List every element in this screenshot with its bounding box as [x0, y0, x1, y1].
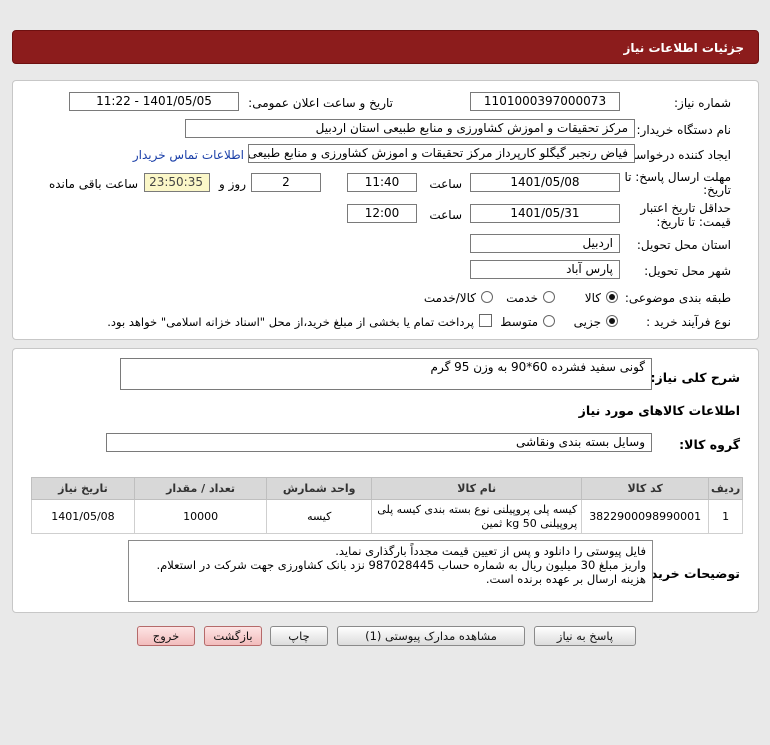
buyer-notes-section: توضیحات خریدار: فایل پیوستی را دانلود و … [13, 540, 758, 602]
deadline-label-2: تاریخ: [703, 183, 731, 197]
validity-time-field: 12:00 [347, 204, 417, 223]
city-field: پارس آباد [470, 260, 620, 279]
table-header-row: ردیف کد کالا نام کالا واحد شمارش تعداد /… [31, 477, 743, 500]
reply-button[interactable]: پاسخ به نیاز [534, 626, 636, 646]
category-radio-service[interactable] [543, 291, 555, 303]
page-title: جزئیات اطلاعات نیاز [623, 41, 744, 55]
deadline-time-label: ساعت [429, 177, 462, 191]
col-header-date: تاریخ نیاز [31, 477, 135, 500]
purchase-radio-medium[interactable] [543, 315, 555, 327]
announce-label: تاریخ و ساعت اعلان عمومی: [248, 96, 393, 110]
print-button[interactable]: چاپ [270, 626, 328, 646]
cell-unit: کیسه [266, 499, 373, 534]
category-option-goods-service: کالا/خدمت [423, 291, 476, 305]
back-button[interactable]: بازگشت [204, 626, 262, 646]
province-label: استان محل تحویل: [636, 238, 731, 252]
table-row: 1 3822900098990001 کیسه پلی پروپیلنی نوع… [31, 499, 743, 534]
goods-info-title: اطلاعات کالاهای مورد نیاز [578, 403, 740, 418]
need-number-field: 1101000397000073 [470, 92, 620, 111]
notes-box: فایل پیوستی را دانلود و پس از تعیین قیمت… [128, 540, 653, 602]
exit-button[interactable]: خروج [137, 626, 195, 646]
purchase-type-label: نوع فرآیند خرید : [646, 315, 731, 329]
notes-line: هزینه ارسال بر عهده برنده است. [485, 572, 646, 586]
buyer-field: مرکز تحقیقات و اموزش کشاورزی و منابع طبی… [185, 119, 635, 138]
category-option-goods: کالا [584, 291, 601, 305]
validity-date-field: 1401/05/31 [470, 204, 620, 223]
need-number-label: شماره نیاز: [674, 96, 731, 110]
validity-label: حداقل تاریخ اعتبار [640, 201, 731, 215]
deadline-date-field: 1401/05/08 [470, 173, 620, 192]
province-field: اردبیل [470, 234, 620, 253]
announce-field: 1401/05/05 - 11:22 [69, 92, 239, 111]
notes-line: فایل پیوستی را دانلود و پس از تعیین قیمت… [335, 544, 646, 558]
cell-code: 3822900098990001 [581, 499, 710, 534]
purchase-option-minor: جزیی [573, 315, 601, 329]
deadline-time-field: 11:40 [347, 173, 417, 192]
category-radio-goods-service[interactable] [481, 291, 493, 303]
goods-table: ردیف کد کالا نام کالا واحد شمارش تعداد /… [31, 477, 743, 534]
deadline-label: مهلت ارسال پاسخ: تا [624, 170, 731, 184]
cell-name: کیسه پلی پروپیلنی نوع بسته بندی کیسه پلی… [371, 499, 583, 534]
creator-field: فیاض رنجبر گیگلو کارپرداز مرکز تحقیقات و… [248, 144, 635, 163]
cell-date: 1401/05/08 [31, 499, 135, 534]
need-info-panel: شماره نیاز: 1101000397000073 تاریخ و ساع… [12, 80, 759, 340]
category-radio-goods[interactable] [606, 291, 618, 303]
buyer-contact-link[interactable]: اطلاعات تماس خریدار [133, 148, 244, 162]
buyer-label: نام دستگاه خریدار: [636, 123, 732, 137]
remaining-label: ساعت باقی مانده [48, 177, 138, 191]
city-label: شهر محل تحویل: [644, 264, 731, 278]
purchase-radio-minor[interactable] [606, 315, 618, 327]
validity-label-2: قیمت: تا تاریخ: [656, 215, 731, 229]
days-label: روز و [219, 177, 246, 191]
summary-label: شرح کلی نیاز: [650, 370, 740, 385]
group-label: گروه کالا: [679, 437, 740, 452]
col-header-name: نام کالا [371, 477, 583, 500]
category-label: طبقه بندی موضوعی: [624, 291, 731, 305]
treasury-payment-checkbox[interactable] [479, 314, 492, 327]
validity-time-label: ساعت [429, 208, 462, 222]
cell-qty: 10000 [133, 499, 268, 534]
col-header-qty: تعداد / مقدار [133, 477, 268, 500]
summary-field: گونی سفید فشرده 60*90 به وزن 95 گرم [120, 358, 652, 390]
view-attachments-button[interactable]: مشاهده مدارک پیوستی (1) [337, 626, 525, 646]
treasury-payment-note: پرداخت تمام یا بخشی از مبلغ خرید،از محل … [107, 315, 474, 329]
remaining-time-field: 23:50:35 [144, 173, 210, 192]
category-option-service: خدمت [506, 291, 538, 305]
col-header-code: کد کالا [581, 477, 710, 500]
page-title-bar: جزئیات اطلاعات نیاز [12, 30, 759, 64]
group-field: وسایل بسته بندی ونقاشی [106, 433, 652, 452]
col-header-unit: واحد شمارش [266, 477, 373, 500]
purchase-option-medium: متوسط [500, 315, 538, 329]
col-header-index: ردیف [708, 477, 743, 500]
deadline-days-field: 2 [251, 173, 321, 192]
notes-line: واریز مبلغ 30 میلیون ریال به شماره حساب … [156, 558, 646, 572]
cell-index: 1 [708, 499, 743, 534]
need-details-panel: شرح کلی نیاز: گونی سفید فشرده 60*90 به و… [12, 348, 759, 613]
creator-label: ایجاد کننده درخواست: [620, 148, 731, 162]
